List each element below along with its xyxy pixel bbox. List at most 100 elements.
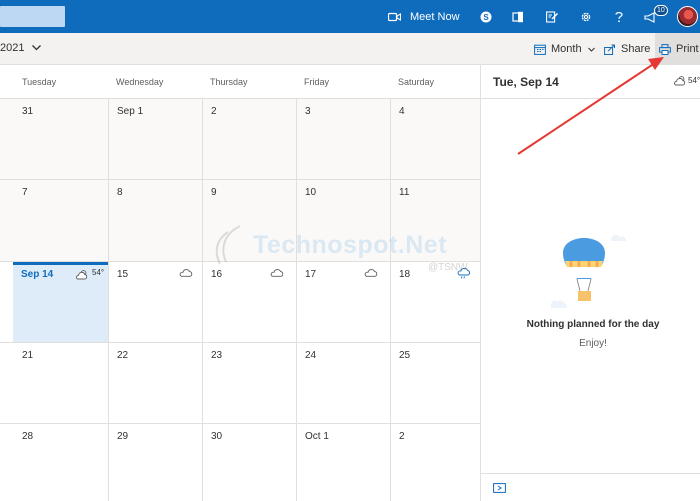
month-grid: Tuesday Wednesday Thursday Friday Saturd… bbox=[0, 65, 480, 501]
day-number: 15 bbox=[117, 269, 129, 280]
print-button[interactable]: Print bbox=[655, 33, 700, 65]
day-number: 23 bbox=[211, 350, 223, 361]
day-number: 30 bbox=[211, 431, 223, 442]
watermark-handle: @TSNW bbox=[428, 262, 468, 273]
day-number: Sep 1 bbox=[117, 106, 144, 117]
day-cell[interactable]: 28 bbox=[0, 424, 108, 501]
day-header: Saturday bbox=[398, 76, 435, 87]
help-icon bbox=[615, 11, 623, 22]
day-cell[interactable]: 17 bbox=[296, 262, 390, 342]
view-switcher-button[interactable]: Month bbox=[534, 33, 596, 65]
edit-button[interactable] bbox=[546, 0, 559, 33]
day-number: Oct 1 bbox=[305, 431, 329, 442]
week-row: Sep 14 54° 15 16 17 18 bbox=[0, 261, 480, 342]
whats-new-button[interactable]: 10 bbox=[644, 0, 668, 33]
day-cell[interactable]: 22 bbox=[108, 343, 202, 423]
day-number: 25 bbox=[399, 350, 411, 361]
hot-air-balloon-illustration bbox=[550, 234, 627, 308]
share-button[interactable]: Share bbox=[604, 33, 650, 65]
notification-badge: 10 bbox=[654, 5, 668, 16]
day-cell[interactable]: 7 bbox=[0, 180, 108, 261]
share-label: Share bbox=[621, 43, 651, 55]
skype-icon: S bbox=[480, 11, 492, 22]
temperature: 54° bbox=[688, 76, 700, 85]
calendar-icon bbox=[534, 44, 546, 55]
day-cell[interactable]: Oct 1 bbox=[296, 424, 390, 501]
view-label: Month bbox=[551, 43, 582, 55]
day-number: Sep 14 bbox=[21, 269, 54, 280]
office-button[interactable] bbox=[512, 0, 524, 33]
day-number: 4 bbox=[399, 106, 405, 117]
office-icon bbox=[512, 11, 523, 22]
printer-icon bbox=[659, 43, 671, 55]
day-number: 7 bbox=[22, 187, 28, 198]
day-cell[interactable]: 31 bbox=[0, 99, 108, 179]
day-pane-header: Tue, Sep 14 54° bbox=[481, 65, 700, 99]
print-label: Print bbox=[676, 43, 699, 55]
day-cell-today[interactable]: Sep 14 54° bbox=[13, 262, 108, 342]
day-header: Friday bbox=[304, 76, 330, 87]
svg-text:S: S bbox=[483, 13, 489, 22]
day-cell[interactable]: 18 bbox=[390, 262, 480, 342]
day-cell[interactable]: 25 bbox=[390, 343, 480, 423]
day-number: 24 bbox=[305, 350, 317, 361]
partly-cloudy-icon bbox=[674, 76, 686, 86]
day-cell[interactable]: 2 bbox=[390, 424, 480, 501]
day-number: 29 bbox=[117, 431, 129, 442]
empty-state-title: Nothing planned for the day bbox=[526, 319, 660, 330]
edit-icon bbox=[546, 10, 559, 23]
toolbar: 2021 Month Share Print bbox=[0, 33, 700, 65]
day-pane-footer bbox=[481, 473, 700, 501]
day-cell[interactable]: 24 bbox=[296, 343, 390, 423]
gear-icon bbox=[581, 12, 591, 21]
day-cell[interactable]: 15 bbox=[108, 262, 202, 342]
day-header: Thursday bbox=[210, 76, 248, 87]
day-cell[interactable]: 3 bbox=[296, 99, 390, 179]
search-box[interactable] bbox=[0, 6, 65, 27]
day-cell[interactable]: 16 bbox=[202, 262, 296, 342]
day-number: 21 bbox=[22, 350, 34, 361]
temperature: 54° bbox=[92, 268, 105, 277]
date-range-label[interactable]: 2021 bbox=[0, 42, 24, 54]
day-cell[interactable]: 21 bbox=[0, 343, 108, 423]
day-cell[interactable]: Sep 1 bbox=[108, 99, 202, 179]
day-number: 18 bbox=[399, 269, 411, 280]
day-number: 11 bbox=[399, 187, 410, 198]
day-header: Tuesday bbox=[22, 76, 57, 87]
day-number: 22 bbox=[117, 350, 129, 361]
empty-state-subtitle: Enjoy! bbox=[579, 338, 607, 349]
day-number: 2 bbox=[211, 106, 217, 117]
day-cell[interactable]: 4 bbox=[390, 99, 480, 179]
chevron-down-icon bbox=[587, 47, 595, 52]
day-number: 17 bbox=[305, 269, 317, 280]
skype-button[interactable]: S bbox=[480, 0, 492, 33]
day-number: 9 bbox=[211, 187, 217, 198]
partly-cloudy-icon bbox=[76, 270, 88, 280]
help-button[interactable] bbox=[614, 0, 624, 33]
day-cell[interactable]: 23 bbox=[202, 343, 296, 423]
day-header: Wednesday bbox=[116, 76, 164, 87]
expand-pane-icon[interactable] bbox=[493, 483, 506, 493]
settings-button[interactable] bbox=[580, 0, 592, 33]
video-icon bbox=[388, 12, 401, 21]
day-number: 2 bbox=[399, 431, 405, 442]
day-pane-date: Tue, Sep 14 bbox=[493, 75, 559, 89]
day-number: 31 bbox=[22, 106, 34, 117]
week-row: 31 Sep 1 2 3 4 bbox=[0, 98, 480, 179]
watermark-swoosh bbox=[215, 225, 241, 265]
cloud-icon bbox=[364, 269, 378, 277]
watermark-text: Technospot.Net bbox=[253, 231, 448, 259]
day-number: 28 bbox=[22, 431, 34, 442]
day-cell[interactable]: 29 bbox=[108, 424, 202, 501]
week-row: 28 29 30 Oct 1 2 bbox=[0, 423, 480, 501]
day-number: 8 bbox=[117, 187, 123, 198]
day-number: 10 bbox=[305, 187, 317, 198]
avatar[interactable] bbox=[677, 6, 698, 27]
meet-now-button[interactable]: Meet Now bbox=[388, 0, 460, 33]
day-cell[interactable]: 8 bbox=[108, 180, 202, 261]
day-cell[interactable]: 30 bbox=[202, 424, 296, 501]
day-pane: Tue, Sep 14 54° Nothing planned for the … bbox=[480, 65, 700, 501]
chevron-down-icon[interactable] bbox=[31, 42, 42, 53]
day-cell[interactable]: 2 bbox=[202, 99, 296, 179]
week-row: 21 22 23 24 25 bbox=[0, 342, 480, 423]
